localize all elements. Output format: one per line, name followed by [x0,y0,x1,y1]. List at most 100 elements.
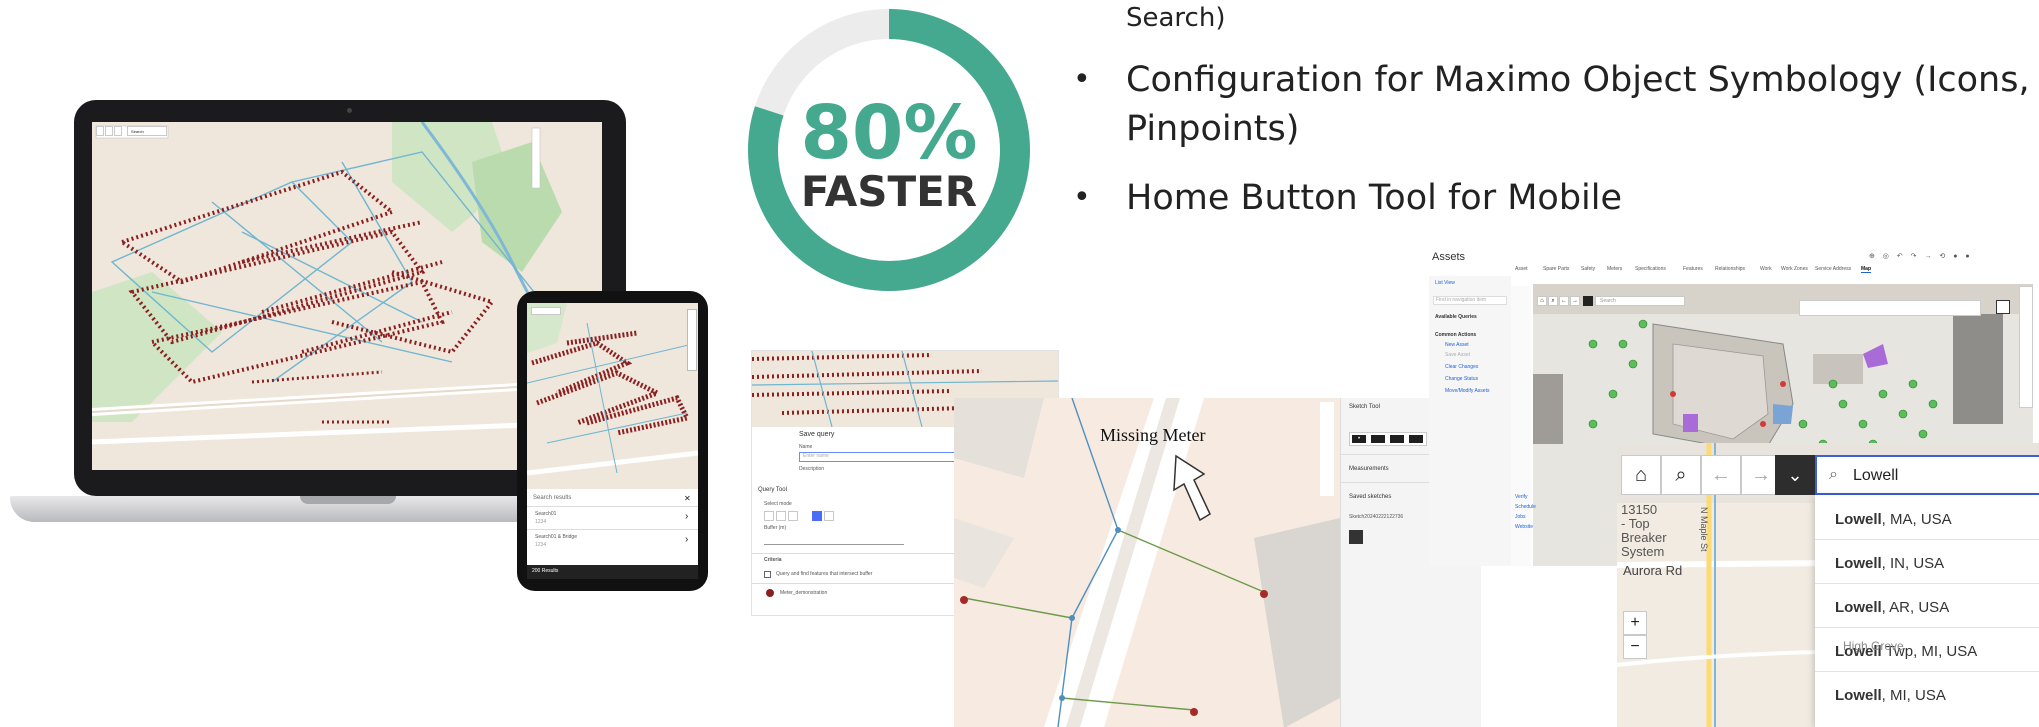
action-change-status[interactable]: Change Status [1445,376,1478,382]
saved-sketches-label: Saved sketches [1349,494,1392,500]
nav-find-input[interactable]: Find in navigation item [1433,296,1507,305]
tab-relationships[interactable]: Relationships [1715,266,1745,272]
polygon-tool-icon[interactable] [788,511,798,521]
side-link[interactable]: Verify [1515,494,1528,500]
polygon-sketch-icon[interactable] [1390,435,1404,443]
forward-icon[interactable]: → [1570,296,1580,306]
description-label: Description [799,466,825,472]
zoom-in-button[interactable]: + [1623,611,1647,635]
bullet-item-symbology: Configuration for Maximo Object Symbolog… [1126,60,2030,100]
tab-meters[interactable]: Meters [1607,266,1622,272]
zoom-to-sketch-icon[interactable] [1349,530,1363,544]
home-icon[interactable] [96,126,104,136]
assets-map-tool-rail[interactable] [2019,286,2033,408]
sketch-tools-row[interactable]: • [1349,432,1427,446]
rectangle-tool-icon[interactable] [812,511,822,521]
criteria-checkbox[interactable] [764,571,771,578]
chevron-down-icon[interactable] [1583,296,1593,306]
tab-features[interactable]: Features [1683,266,1703,272]
fullscreen-icon[interactable] [1996,300,2010,314]
back-arrow-icon[interactable]: ← [1701,455,1741,495]
tab-work[interactable]: Work [1760,266,1772,272]
result-item[interactable]: Meter_demonstration [780,590,827,596]
buffer-input[interactable] [764,535,904,545]
zoom-icon[interactable]: ⌕ [1548,296,1558,306]
map-label-street: Aurora Rd [1623,563,1683,578]
common-actions: Common Actions [1435,332,1477,338]
circle-tool-icon[interactable] [824,511,834,521]
assets-map-nav-bar[interactable] [1799,300,1981,316]
zoom-extent-icon[interactable]: ⌕ [1661,455,1701,495]
action-new-asset[interactable]: New Asset [1445,342,1469,348]
tablet-result-sub: 1234 [535,542,547,548]
chevron-down-icon[interactable]: ⌄ [1775,455,1815,495]
bullet-item-symbology-cont: Pinpoints) [1126,109,1300,149]
tablet-side-tools[interactable] [687,309,697,371]
map-label-breaker: 13150 - Top Breaker System [1621,502,1667,559]
action-move-modify[interactable]: Move/Modify Assets [1445,388,1489,394]
tablet-search-input[interactable]: Search results [533,495,571,501]
line-tool-icon[interactable] [776,511,786,521]
assets-title: Assets [1432,251,1466,263]
suggestion-item[interactable]: Lowell, AR, USA [1835,599,1949,616]
available-queries[interactable]: Available Queries [1435,314,1477,320]
point-tool-icon[interactable] [764,511,774,521]
rectangle-sketch-icon[interactable] [1409,435,1423,443]
tab-spare-parts[interactable]: Spare Parts [1543,266,1569,272]
action-save-asset[interactable]: Save Asset [1445,352,1470,358]
chevron-right-icon[interactable]: › [685,534,688,545]
back-icon[interactable]: ← [1559,296,1569,306]
meter-icon [766,589,774,597]
tab-safety[interactable]: Safety [1581,266,1595,272]
criteria-text: Query and find features that intersect b… [776,571,873,577]
tablet-screen: Search results ✕ Search01 1234 › Search0… [527,303,698,579]
sketch-name[interactable]: Sketch20240222122736 [1349,514,1403,520]
tablet-footer-bar: 200 Results [527,565,698,579]
tablet-footer-text: 200 Results [532,568,559,574]
home-icon[interactable]: ⌂ [1621,455,1661,495]
assets-side-links: Verify Schedule Jobs Website [1511,286,1536,566]
close-icon[interactable]: ✕ [684,494,691,503]
tablet-toolbar[interactable] [531,307,561,315]
select-mode-buttons[interactable] [764,511,844,521]
criteria-label: Criteria [764,557,782,563]
tablet-result-title[interactable]: Search01 [535,511,556,517]
side-link[interactable]: Jobs [1515,514,1526,520]
side-link[interactable]: Schedule [1515,504,1536,510]
location-search-input[interactable]: Lowell [1853,467,1898,485]
bullet-dot: • [1073,62,1091,97]
sketch-map-canvas [954,398,1340,727]
assets-map-search-input[interactable]: Search [1595,296,1685,306]
list-view-link[interactable]: List View [1435,280,1455,286]
tab-specifications[interactable]: Specifications [1635,266,1666,272]
suggestion-item[interactable]: Lowell, MI, USA [1835,687,1946,704]
tab-service-address[interactable]: Service Address [1815,266,1851,272]
side-link[interactable]: Website [1515,524,1533,530]
point-sketch-icon[interactable]: • [1352,435,1366,443]
query-name-input[interactable]: Enter name [799,452,959,462]
zoom-icon[interactable] [105,126,113,136]
tab-map[interactable]: Map [1861,266,1871,273]
tab-asset[interactable]: Asset [1515,266,1528,272]
tablet-map [527,303,698,489]
search-icon: ⌕ [1829,466,1838,483]
suggestion-item[interactable]: Lowell, IN, USA [1835,555,1944,572]
zoom-out-button[interactable]: − [1623,635,1647,659]
home-icon[interactable]: ⌂ [1537,296,1547,306]
speed-badge: 80% FASTER [748,9,1030,291]
tab-work-zones[interactable]: Work Zones [1781,266,1808,272]
location-search-box[interactable]: ⌕ Lowell [1815,455,2039,495]
bullet-partial-text: Search) [1126,3,1226,33]
suggestion-item[interactable]: Lowell, MA, USA [1835,511,1952,528]
sketch-map-tool-rail[interactable] [1320,402,1334,496]
tablet-result-sub: 1234 [535,519,547,525]
back-icon[interactable] [114,126,122,136]
tablet-device: Search results ✕ Search01 1234 › Search0… [517,291,708,591]
laptop-search-input[interactable]: Search [127,126,167,136]
chevron-right-icon[interactable]: › [685,511,688,522]
line-sketch-icon[interactable] [1371,435,1385,443]
tablet-result-title[interactable]: Search01 & Bridge [535,534,577,540]
assets-header-icons[interactable]: ⊕ ◎ ↶ ↷ → ⟲ ● ● [1869,252,2029,262]
buffer-label: Buffer (m) [764,525,787,531]
action-clear-changes[interactable]: Clear Changes [1445,364,1478,370]
